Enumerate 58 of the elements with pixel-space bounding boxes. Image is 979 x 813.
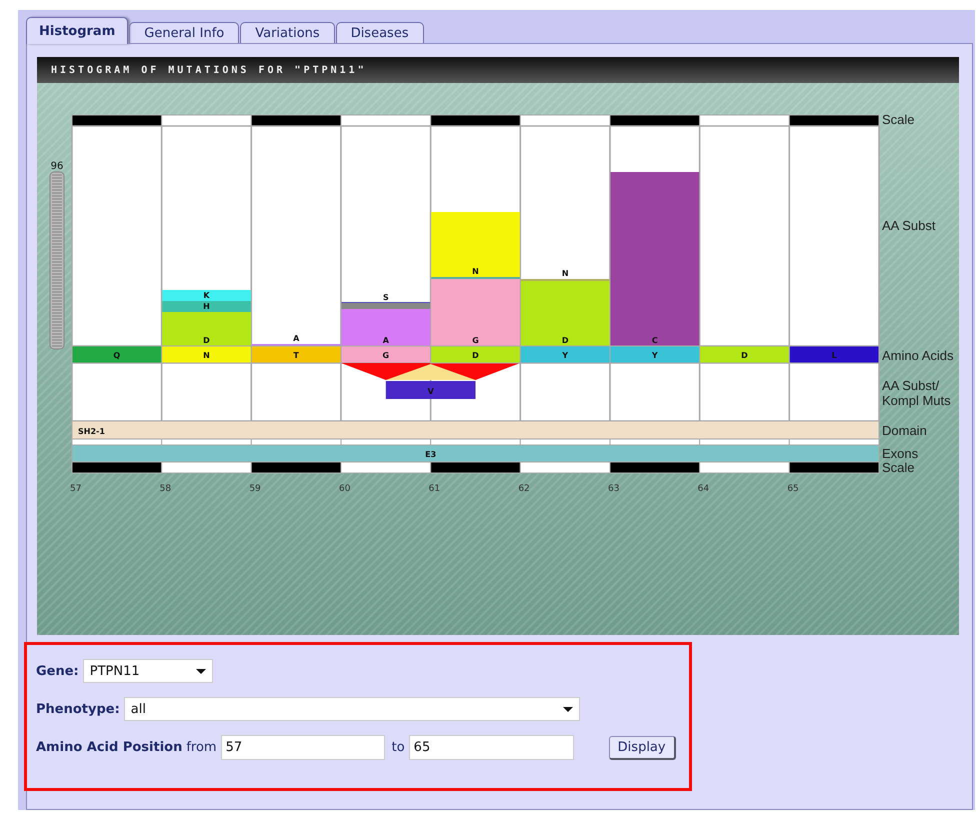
position-label: 59 <box>249 484 261 494</box>
scale-max-label: 96 <box>50 161 64 172</box>
to-input[interactable]: 65 <box>408 735 574 760</box>
row-label: Exons <box>882 446 918 461</box>
row-label: Scale <box>882 112 915 127</box>
bar-label: A <box>293 334 300 343</box>
row-label: AA Subst/ <box>882 378 940 393</box>
from-label: from <box>186 740 217 755</box>
row-label: Scale <box>882 460 915 475</box>
gene-label: Gene: <box>36 664 79 678</box>
tab[interactable]: Histogram <box>26 17 128 44</box>
tab[interactable]: Diseases <box>336 22 424 44</box>
position-label: 63 <box>608 484 620 494</box>
panel-title: HISTOGRAM OF MUTATIONS FOR "PTPN11" <box>51 64 367 76</box>
caret-icon <box>562 706 573 712</box>
from-input[interactable]: 57 <box>220 735 385 760</box>
position-label: 57 <box>70 484 82 494</box>
bar-label: G <box>472 336 479 345</box>
bar-label: A <box>382 336 389 345</box>
amino-acid-label: Y <box>652 351 658 360</box>
amino-acid-label: T <box>293 351 299 360</box>
display-button[interactable]: Display <box>608 736 676 760</box>
amino-acid-label: N <box>203 351 210 360</box>
bar-label: N <box>562 269 569 278</box>
position-label: 65 <box>787 484 799 494</box>
to-label: to <box>392 740 405 755</box>
row-label: Kompl Muts <box>882 393 951 408</box>
bar-label: D <box>562 336 568 345</box>
position-label: 58 <box>160 484 172 494</box>
domain-label: SH2-1 <box>78 427 105 436</box>
bar-label: H <box>203 302 210 311</box>
amino-acid-label: Y <box>562 351 568 360</box>
bar-label: D <box>203 336 210 345</box>
exon-label: E3 <box>425 450 436 459</box>
amino-acid-label: D <box>741 351 748 360</box>
position-label: Amino Acid Position <box>36 740 182 755</box>
amino-acid-label: L <box>832 351 837 360</box>
bar-label: C <box>652 336 658 345</box>
bar-label: K <box>203 291 210 300</box>
bar-label: S <box>382 293 389 302</box>
tab[interactable]: Variations <box>240 22 335 44</box>
row-label: Amino Acids <box>882 348 954 363</box>
gene-dropdown[interactable]: PTPN11 <box>82 659 213 683</box>
amino-acid-label: D <box>472 351 479 360</box>
position-label: 62 <box>518 484 530 494</box>
row-label: AA Subst <box>882 218 936 233</box>
amino-acid-label: Q <box>113 351 120 360</box>
phenotype-dropdown[interactable]: all <box>124 697 580 721</box>
amino-acid-label: G <box>382 351 390 360</box>
caret-icon <box>196 668 206 674</box>
phenotype-label: Phenotype: <box>36 702 120 716</box>
tab[interactable]: General Info <box>129 22 240 44</box>
complex-mutation-label: V <box>428 387 434 396</box>
position-label: 60 <box>339 484 350 494</box>
position-label: 61 <box>428 484 440 494</box>
bar-label: N <box>472 267 479 276</box>
row-label: Domain <box>882 423 927 438</box>
position-label: 64 <box>698 484 710 494</box>
